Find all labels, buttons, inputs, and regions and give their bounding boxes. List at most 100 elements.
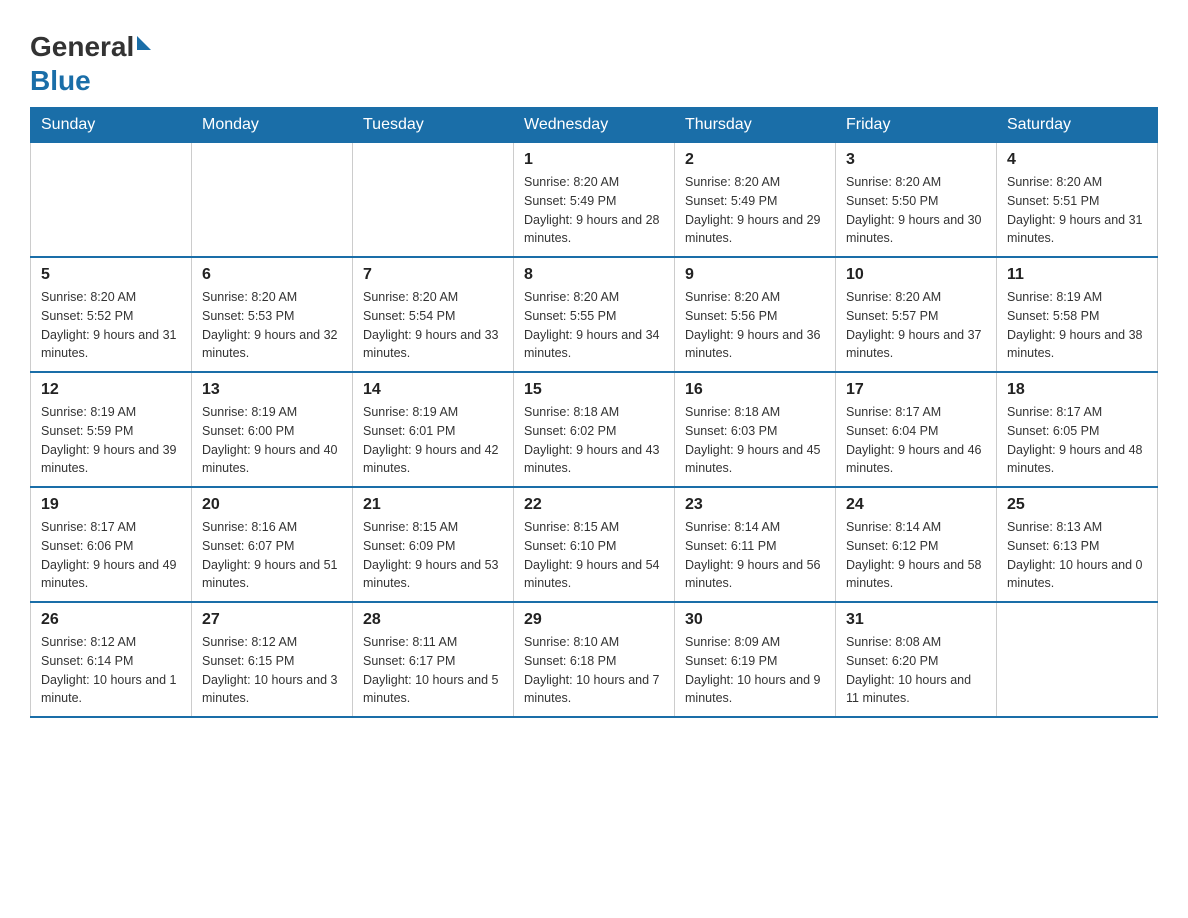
- day-number: 31: [846, 611, 986, 629]
- day-number: 9: [685, 266, 825, 284]
- calendar-cell: 13Sunrise: 8:19 AM Sunset: 6:00 PM Dayli…: [192, 372, 353, 487]
- day-info: Sunrise: 8:08 AM Sunset: 6:20 PM Dayligh…: [846, 633, 986, 708]
- day-number: 4: [1007, 151, 1147, 169]
- col-header-thursday: Thursday: [675, 108, 836, 143]
- calendar-week-row: 1 Sunrise: 8:20 AM Sunset: 5:49 PM Daylig…: [31, 143, 1158, 258]
- calendar-table: SundayMondayTuesdayWednesdayThursdayFrid…: [30, 107, 1158, 718]
- day-number: 18: [1007, 381, 1147, 399]
- day-number: 10: [846, 266, 986, 284]
- col-header-wednesday: Wednesday: [514, 108, 675, 143]
- day-number: 12: [41, 381, 181, 399]
- day-number: 6: [202, 266, 342, 284]
- day-info: Sunrise: 8:20 AM Sunset: 5:49 PM Dayligh…: [524, 173, 664, 248]
- calendar-cell: 11 Sunrise: 8:19 AM Sunset: 5:58 PM Dayli…: [997, 257, 1158, 372]
- day-info: Sunrise: 8:14 AM Sunset: 6:11 PM Dayligh…: [685, 518, 825, 593]
- logo: General Blue: [30, 30, 151, 97]
- logo-line2: Blue: [30, 64, 151, 98]
- calendar-cell: 1 Sunrise: 8:20 AM Sunset: 5:49 PM Daylig…: [514, 143, 675, 258]
- calendar-cell: 10 Sunrise: 8:20 AM Sunset: 5:57 PM Dayli…: [836, 257, 997, 372]
- day-number: 30: [685, 611, 825, 629]
- calendar-cell: 3Sunrise: 8:20 AM Sunset: 5:50 PM Daylig…: [836, 143, 997, 258]
- calendar-cell: 17 Sunrise: 8:17 AM Sunset: 6:04 PM Dayli…: [836, 372, 997, 487]
- logo-general: General: [30, 31, 134, 62]
- calendar-cell: 16Sunrise: 8:18 AM Sunset: 6:03 PM Dayli…: [675, 372, 836, 487]
- calendar-cell: 30 Sunrise: 8:09 AM Sunset: 6:19 PM Dayli…: [675, 602, 836, 717]
- day-info: Sunrise: 8:20 AM Sunset: 5:50 PM Dayligh…: [846, 173, 986, 248]
- day-number: 11: [1007, 266, 1147, 284]
- calendar-cell: 6Sunrise: 8:20 AM Sunset: 5:53 PM Daylig…: [192, 257, 353, 372]
- day-number: 5: [41, 266, 181, 284]
- calendar-cell: [192, 143, 353, 258]
- day-info: Sunrise: 8:12 AM Sunset: 6:15 PM Dayligh…: [202, 633, 342, 708]
- day-number: 16: [685, 381, 825, 399]
- day-info: Sunrise: 8:20 AM Sunset: 5:51 PM Dayligh…: [1007, 173, 1147, 248]
- col-header-friday: Friday: [836, 108, 997, 143]
- calendar-cell: 26 Sunrise: 8:12 AM Sunset: 6:14 PM Dayli…: [31, 602, 192, 717]
- calendar-cell: 5 Sunrise: 8:20 AM Sunset: 5:52 PM Daylig…: [31, 257, 192, 372]
- day-info: Sunrise: 8:15 AM Sunset: 6:09 PM Dayligh…: [363, 518, 503, 593]
- day-info: Sunrise: 8:20 AM Sunset: 5:57 PM Dayligh…: [846, 288, 986, 363]
- calendar-cell: 29 Sunrise: 8:10 AM Sunset: 6:18 PM Dayli…: [514, 602, 675, 717]
- page-header: General Blue: [30, 20, 1158, 97]
- day-number: 20: [202, 496, 342, 514]
- day-number: 29: [524, 611, 664, 629]
- calendar-week-row: 19Sunrise: 8:17 AM Sunset: 6:06 PM Dayli…: [31, 487, 1158, 602]
- day-number: 26: [41, 611, 181, 629]
- calendar-cell: 7Sunrise: 8:20 AM Sunset: 5:54 PM Daylig…: [353, 257, 514, 372]
- day-number: 17: [846, 381, 986, 399]
- day-number: 13: [202, 381, 342, 399]
- logo-line1: General: [30, 30, 151, 64]
- calendar-cell: 28 Sunrise: 8:11 AM Sunset: 6:17 PM Dayli…: [353, 602, 514, 717]
- day-number: 15: [524, 381, 664, 399]
- day-info: Sunrise: 8:20 AM Sunset: 5:56 PM Dayligh…: [685, 288, 825, 363]
- calendar-week-row: 26 Sunrise: 8:12 AM Sunset: 6:14 PM Dayli…: [31, 602, 1158, 717]
- calendar-cell: 4 Sunrise: 8:20 AM Sunset: 5:51 PM Daylig…: [997, 143, 1158, 258]
- day-number: 2: [685, 151, 825, 169]
- calendar-cell: 20 Sunrise: 8:16 AM Sunset: 6:07 PM Dayli…: [192, 487, 353, 602]
- day-number: 19: [41, 496, 181, 514]
- day-info: Sunrise: 8:20 AM Sunset: 5:54 PM Dayligh…: [363, 288, 503, 363]
- calendar-cell: 23 Sunrise: 8:14 AM Sunset: 6:11 PM Dayli…: [675, 487, 836, 602]
- calendar-cell: 22Sunrise: 8:15 AM Sunset: 6:10 PM Dayli…: [514, 487, 675, 602]
- day-info: Sunrise: 8:10 AM Sunset: 6:18 PM Dayligh…: [524, 633, 664, 708]
- day-info: Sunrise: 8:17 AM Sunset: 6:05 PM Dayligh…: [1007, 403, 1147, 478]
- day-number: 28: [363, 611, 503, 629]
- day-info: Sunrise: 8:19 AM Sunset: 6:01 PM Dayligh…: [363, 403, 503, 478]
- calendar-cell: 21Sunrise: 8:15 AM Sunset: 6:09 PM Dayli…: [353, 487, 514, 602]
- day-info: Sunrise: 8:20 AM Sunset: 5:52 PM Dayligh…: [41, 288, 181, 363]
- calendar-cell: 15 Sunrise: 8:18 AM Sunset: 6:02 PM Dayli…: [514, 372, 675, 487]
- day-info: Sunrise: 8:12 AM Sunset: 6:14 PM Dayligh…: [41, 633, 181, 708]
- logo-blue: Blue: [30, 65, 91, 96]
- calendar-cell: [997, 602, 1158, 717]
- day-number: 14: [363, 381, 503, 399]
- day-info: Sunrise: 8:16 AM Sunset: 6:07 PM Dayligh…: [202, 518, 342, 593]
- col-header-tuesday: Tuesday: [353, 108, 514, 143]
- calendar-cell: 12 Sunrise: 8:19 AM Sunset: 5:59 PM Dayli…: [31, 372, 192, 487]
- calendar-cell: 8Sunrise: 8:20 AM Sunset: 5:55 PM Daylig…: [514, 257, 675, 372]
- day-info: Sunrise: 8:18 AM Sunset: 6:02 PM Dayligh…: [524, 403, 664, 478]
- calendar-cell: 9 Sunrise: 8:20 AM Sunset: 5:56 PM Daylig…: [675, 257, 836, 372]
- calendar-cell: 25Sunrise: 8:13 AM Sunset: 6:13 PM Dayli…: [997, 487, 1158, 602]
- col-header-sunday: Sunday: [31, 108, 192, 143]
- day-info: Sunrise: 8:15 AM Sunset: 6:10 PM Dayligh…: [524, 518, 664, 593]
- day-number: 23: [685, 496, 825, 514]
- calendar-cell: 19Sunrise: 8:17 AM Sunset: 6:06 PM Dayli…: [31, 487, 192, 602]
- day-info: Sunrise: 8:14 AM Sunset: 6:12 PM Dayligh…: [846, 518, 986, 593]
- col-header-monday: Monday: [192, 108, 353, 143]
- day-number: 24: [846, 496, 986, 514]
- day-info: Sunrise: 8:09 AM Sunset: 6:19 PM Dayligh…: [685, 633, 825, 708]
- calendar-header-row: SundayMondayTuesdayWednesdayThursdayFrid…: [31, 108, 1158, 143]
- day-info: Sunrise: 8:17 AM Sunset: 6:04 PM Dayligh…: [846, 403, 986, 478]
- day-info: Sunrise: 8:19 AM Sunset: 5:59 PM Dayligh…: [41, 403, 181, 478]
- calendar-cell: 2 Sunrise: 8:20 AM Sunset: 5:49 PM Daylig…: [675, 143, 836, 258]
- day-info: Sunrise: 8:19 AM Sunset: 5:58 PM Dayligh…: [1007, 288, 1147, 363]
- calendar-cell: 27Sunrise: 8:12 AM Sunset: 6:15 PM Dayli…: [192, 602, 353, 717]
- day-info: Sunrise: 8:20 AM Sunset: 5:49 PM Dayligh…: [685, 173, 825, 248]
- calendar-week-row: 12 Sunrise: 8:19 AM Sunset: 5:59 PM Dayli…: [31, 372, 1158, 487]
- day-number: 25: [1007, 496, 1147, 514]
- day-info: Sunrise: 8:11 AM Sunset: 6:17 PM Dayligh…: [363, 633, 503, 708]
- day-number: 8: [524, 266, 664, 284]
- logo-triangle-icon: [137, 36, 151, 50]
- calendar-cell: 31 Sunrise: 8:08 AM Sunset: 6:20 PM Dayli…: [836, 602, 997, 717]
- day-number: 1: [524, 151, 664, 169]
